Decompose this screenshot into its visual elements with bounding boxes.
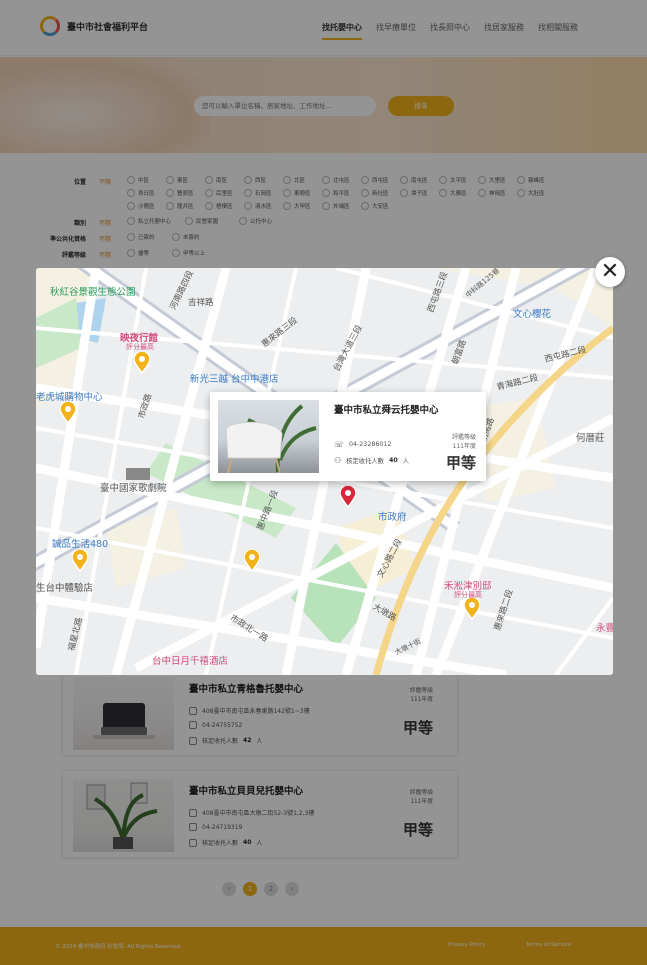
close-modal-button[interactable]: ✕: [595, 257, 625, 287]
popup-capacity-value: 40: [388, 457, 398, 464]
map-pin-yellow[interactable]: [60, 402, 76, 424]
map-pin-yellow[interactable]: [244, 550, 260, 572]
popup-capacity-label: 核定收托人數: [346, 458, 384, 465]
map-road-jixiang: 吉祥路: [188, 298, 214, 308]
map-info-popup[interactable]: 臺中市私立舜云托嬰中心 ☏ 04-23286012 ⚇ 核定收托人數 40 人 評鑑等級…: [210, 392, 486, 481]
map-label-mall2[interactable]: 老虎城購物中心: [36, 389, 103, 403]
popup-grade: 甲等: [445, 454, 476, 472]
map-pin-yellow[interactable]: [134, 352, 150, 374]
popup-title[interactable]: 臺中市私立舜云托嬰中心: [334, 402, 439, 416]
popup-photo-chair: [225, 404, 317, 474]
map-label-cityhall[interactable]: 市政府: [378, 509, 407, 523]
phone-icon: ☏: [334, 440, 345, 449]
people-icon: ⚇: [334, 456, 342, 465]
page: 臺中市社會福利平台 找托嬰中心 找早療單位 找長照中心 找居家服務 找相關服務 …: [0, 0, 647, 965]
map-pin-selected[interactable]: [340, 486, 356, 508]
popup-capacity: ⚇ 核定收托人數 40 人: [334, 456, 409, 465]
popup-image: [218, 400, 319, 474]
map-modal: 秋紅谷景觀生態公園 映夜行館 評分最高 新光三越 台中中港店 老虎城購物中心 臺…: [36, 268, 613, 675]
map-label-mall[interactable]: 新光三越 台中中港店: [190, 371, 279, 385]
popup-phone-text: 04-23286012: [349, 441, 392, 448]
map-pin-yellow[interactable]: [464, 598, 480, 620]
popup-rating-label: 評鑑等級: [451, 434, 476, 441]
map-pin-yellow[interactable]: [72, 550, 88, 572]
map-label-gym[interactable]: 生台中體驗店: [36, 580, 93, 594]
map-label-hotel[interactable]: 台中日月千禧酒店: [152, 653, 228, 667]
map-label-cinema-sub: 評分最高: [126, 343, 154, 351]
map-label-heping: 何厝莊: [576, 433, 605, 444]
map-label-eslite[interactable]: 誠品生活480: [52, 536, 108, 550]
map-label-wenxin[interactable]: 文心櫻花: [513, 306, 551, 320]
popup-capacity-unit: 人: [402, 458, 410, 465]
map-label-park[interactable]: 秋紅谷景觀生態公園: [50, 284, 136, 298]
map-label-yong: 永豐: [596, 623, 613, 634]
popup-rating-year: 111年度: [452, 443, 476, 450]
popup-rating: 評鑑等級 111年度: [452, 433, 476, 451]
popup-phone: ☏ 04-23286012: [334, 440, 391, 449]
map-label-opera[interactable]: 臺中國家歌劇院: [100, 480, 167, 494]
